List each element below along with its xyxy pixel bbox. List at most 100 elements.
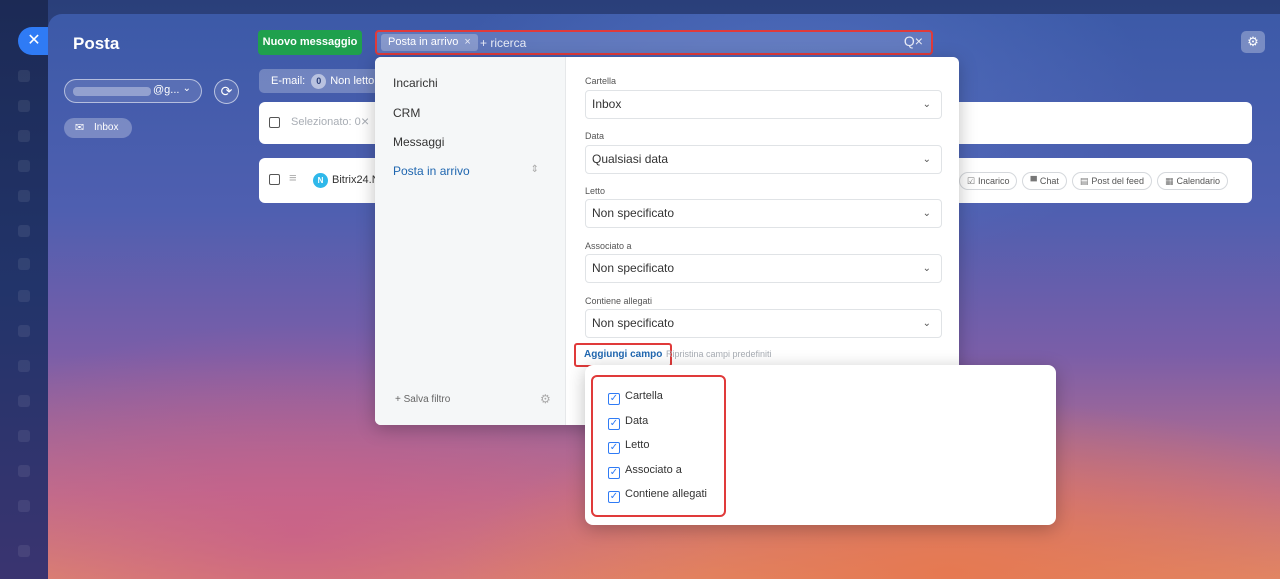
field-option-read[interactable]: ✓ Letto bbox=[608, 439, 649, 454]
chevron-down-icon: ⌄ bbox=[922, 263, 931, 274]
sidebar-icon bbox=[18, 70, 30, 82]
sidebar-icon bbox=[18, 325, 30, 337]
folder-inbox-chip[interactable]: ✉ Inbox bbox=[64, 118, 132, 138]
counter-bar: E-mail: 0 Non letto bbox=[259, 69, 381, 93]
account-selector[interactable]: @g... ⌄ bbox=[64, 79, 202, 103]
avatar: N bbox=[313, 173, 328, 188]
sidebar-icon bbox=[18, 465, 30, 477]
chevron-down-icon: ⌄ bbox=[922, 99, 931, 110]
selected-count: Selezionato: 0 bbox=[291, 116, 361, 128]
email-counter-label: E-mail: bbox=[271, 75, 306, 87]
checkbox-checked-icon[interactable]: ✓ bbox=[608, 467, 620, 479]
folder-select[interactable]: Inbox ⌄ bbox=[585, 90, 942, 119]
read-select[interactable]: Non specificato ⌄ bbox=[585, 199, 942, 228]
option-label: Contiene allegati bbox=[625, 488, 707, 500]
sidebar-icon bbox=[18, 430, 30, 442]
field-option-attachments[interactable]: ✓ Contiene allegati bbox=[608, 488, 707, 503]
save-filter-button[interactable]: + Salva filtro bbox=[395, 394, 450, 405]
checkbox-checked-icon[interactable]: ✓ bbox=[608, 393, 620, 405]
chat-icon: ▀ bbox=[1030, 176, 1037, 186]
page-title: Posta bbox=[73, 34, 120, 53]
envelope-icon: ✉ bbox=[75, 122, 85, 134]
sidebar-icon bbox=[18, 100, 30, 112]
task-icon: ☑ bbox=[966, 176, 975, 186]
search-input[interactable]: Posta in arrivo × + ricerca Q× bbox=[375, 30, 933, 55]
gear-icon[interactable]: ⚙ bbox=[540, 392, 551, 406]
action-label: Calendario bbox=[1176, 176, 1220, 186]
field-value: Qualsiasi data bbox=[592, 152, 669, 166]
sidebar-icon bbox=[18, 545, 30, 557]
option-label: Letto bbox=[625, 439, 650, 451]
reset-fields-link[interactable]: Ripristina campi predefiniti bbox=[666, 349, 772, 359]
sidebar-icon bbox=[18, 225, 30, 237]
field-value: Non specificato bbox=[592, 316, 675, 330]
preset-tasks[interactable]: Incarichi bbox=[393, 76, 438, 90]
date-select[interactable]: Qualsiasi data ⌄ bbox=[585, 145, 942, 174]
row-checkbox[interactable] bbox=[269, 174, 280, 185]
search-clear-icons[interactable]: Q× bbox=[904, 33, 923, 49]
field-option-linked[interactable]: ✓ Associato a bbox=[608, 464, 682, 479]
action-chat-button[interactable]: ▀ Chat bbox=[1022, 172, 1067, 190]
attachments-select[interactable]: Non specificato ⌄ bbox=[585, 309, 942, 338]
refresh-button[interactable]: ⟳ bbox=[214, 79, 239, 104]
drag-handle-icon[interactable]: ⇕ bbox=[531, 164, 539, 175]
search-filter-tag[interactable]: Posta in arrivo × bbox=[381, 34, 478, 51]
checkbox-checked-icon[interactable]: ✓ bbox=[608, 442, 620, 454]
new-message-button[interactable]: Nuovo messaggio bbox=[258, 30, 362, 55]
filter-presets: Incarichi CRM Messaggi Posta in arrivo ⇕… bbox=[375, 57, 566, 425]
sidebar-icon bbox=[18, 160, 30, 172]
chevron-down-icon: ⌄ bbox=[922, 318, 931, 329]
preset-messages[interactable]: Messaggi bbox=[393, 135, 444, 149]
field-label-linked: Associato a bbox=[585, 241, 632, 251]
action-feed-button[interactable]: ▤ Post del feed bbox=[1071, 172, 1152, 190]
counter-badge: 0 bbox=[311, 74, 327, 89]
field-value: Non specificato bbox=[592, 261, 675, 275]
feed-icon: ▤ bbox=[1079, 176, 1089, 186]
option-label: Data bbox=[625, 415, 649, 427]
field-label-folder: Cartella bbox=[585, 76, 617, 86]
refresh-icon: ⟳ bbox=[220, 83, 233, 99]
clear-selection-icon[interactable]: × bbox=[361, 113, 369, 129]
background-sidebar bbox=[0, 0, 48, 579]
checkbox-checked-icon[interactable]: ✓ bbox=[608, 491, 620, 503]
option-label: Associato a bbox=[625, 464, 682, 476]
folder-label: Inbox bbox=[94, 122, 119, 133]
calendar-icon: ▦ bbox=[1164, 176, 1174, 186]
field-label-attachments: Contiene allegati bbox=[585, 296, 653, 306]
remove-tag-icon[interactable]: × bbox=[464, 36, 470, 48]
search-placeholder: + ricerca bbox=[480, 36, 527, 50]
chevron-down-icon: ⌄ bbox=[922, 154, 931, 165]
sidebar-icon bbox=[18, 290, 30, 302]
chevron-down-icon: ⌄ bbox=[922, 208, 931, 219]
preset-label: Posta in arrivo bbox=[393, 164, 470, 178]
row-actions: ☑ Incarico ▀ Chat ▤ Post del feed ▦ Calendar… bbox=[958, 172, 1228, 190]
add-field-button[interactable]: Aggiungi campo bbox=[574, 343, 673, 367]
action-task-button[interactable]: ☑ Incarico bbox=[958, 172, 1018, 190]
field-value: Inbox bbox=[592, 97, 622, 111]
action-label: Post del feed bbox=[1091, 176, 1144, 186]
field-label-date: Data bbox=[585, 131, 605, 141]
sidebar-icon bbox=[18, 130, 30, 142]
preset-crm[interactable]: CRM bbox=[393, 106, 420, 120]
gear-icon: ⚙ bbox=[1247, 34, 1259, 49]
preset-inbox[interactable]: Posta in arrivo ⇕ bbox=[393, 164, 553, 178]
field-option-date[interactable]: ✓ Data bbox=[608, 415, 648, 430]
field-label-read: Letto bbox=[585, 186, 606, 196]
select-all-checkbox[interactable] bbox=[269, 117, 280, 128]
sidebar-icon bbox=[18, 395, 30, 407]
close-panel-button[interactable]: ✕ bbox=[18, 27, 48, 55]
chevron-down-icon: ⌄ bbox=[182, 83, 191, 94]
sender-name: Bitrix24.N bbox=[332, 174, 380, 186]
linked-select[interactable]: Non specificato ⌄ bbox=[585, 254, 942, 283]
checkbox-checked-icon[interactable]: ✓ bbox=[608, 418, 620, 430]
settings-button[interactable]: ⚙ bbox=[1241, 31, 1265, 53]
search-tag-label: Posta in arrivo bbox=[388, 36, 459, 48]
menu-icon[interactable]: ≡ bbox=[289, 170, 297, 185]
sidebar-icon bbox=[18, 258, 30, 270]
action-label: Incarico bbox=[977, 176, 1010, 186]
action-calendar-button[interactable]: ▦ Calendario bbox=[1156, 172, 1228, 190]
unread-label[interactable]: Non letto bbox=[330, 75, 374, 87]
sidebar-icon bbox=[18, 190, 30, 202]
option-label: Cartella bbox=[625, 390, 663, 402]
field-option-folder[interactable]: ✓ Cartella bbox=[608, 390, 663, 405]
